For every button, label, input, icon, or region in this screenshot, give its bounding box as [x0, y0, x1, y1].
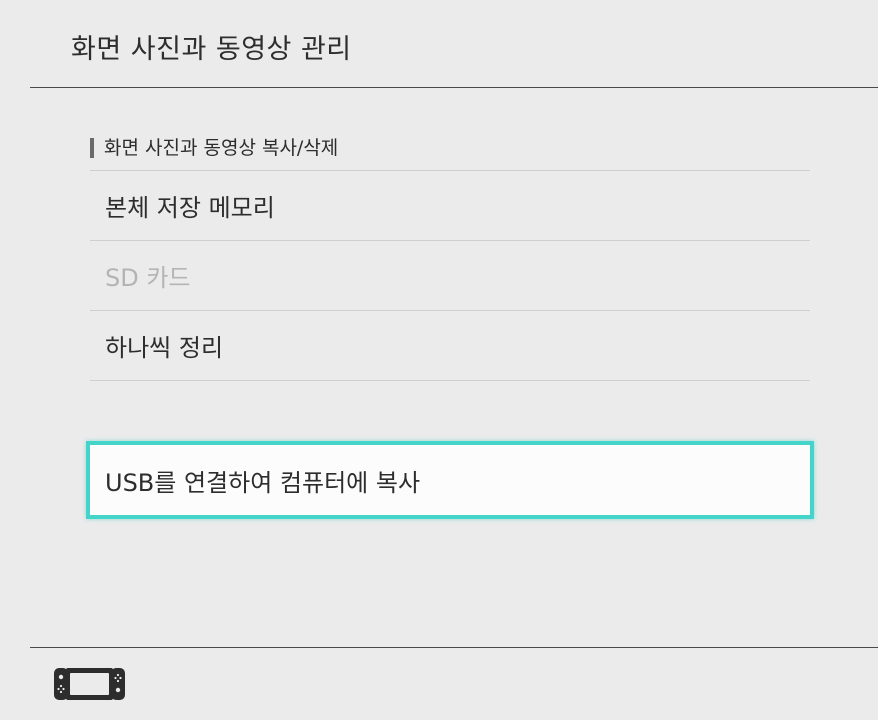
- menu-item-label: 하나씩 정리: [105, 334, 224, 362]
- section-header: 화면 사진과 동영상 복사/삭제: [90, 135, 338, 161]
- page-title: 화면 사진과 동영상 관리: [71, 34, 352, 65]
- menu-item-manage-individually[interactable]: 하나씩 정리: [90, 310, 810, 381]
- header-divider: [30, 87, 878, 88]
- section-marker: [90, 138, 94, 158]
- menu-item-label: SD 카드: [105, 264, 191, 292]
- menu-item-system-memory[interactable]: 본체 저장 메모리: [90, 170, 810, 240]
- menu-item-sd-card: SD 카드: [90, 240, 810, 310]
- section-label: 화면 사진과 동영상 복사/삭제: [104, 137, 339, 159]
- usb-copy-label: USB를 연결하여 컴퓨터에 복사: [105, 468, 421, 497]
- menu-item-label: 본체 저장 메모리: [105, 194, 275, 222]
- footer-divider: [30, 647, 878, 648]
- usb-copy-button[interactable]: USB를 연결하여 컴퓨터에 복사: [86, 441, 814, 519]
- menu-list: 본체 저장 메모리 SD 카드 하나씩 정리: [90, 170, 810, 381]
- handheld-console-icon: [54, 668, 125, 700]
